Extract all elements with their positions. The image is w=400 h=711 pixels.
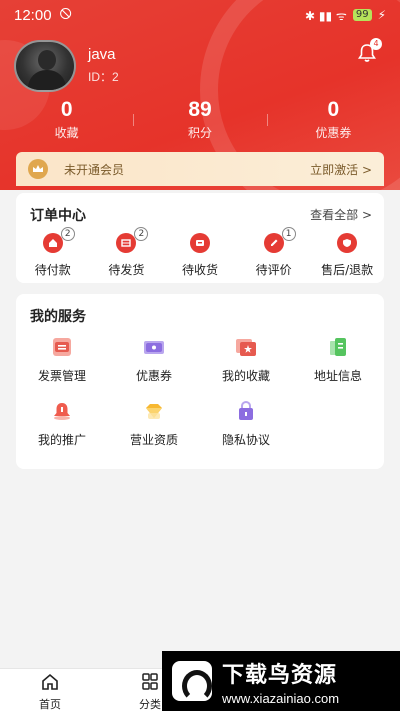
pencil-icon: 1 (263, 227, 296, 253)
notification-bell-icon[interactable]: 4 (356, 38, 382, 64)
service-favorites[interactable]: 我的收藏 (200, 336, 292, 384)
membership-status: 未开通会员 (64, 162, 125, 177)
user-id: ID：2 (88, 70, 119, 84)
service-promotion[interactable]: 我的推广 (16, 400, 108, 448)
tab-home[interactable]: 首页 (30, 673, 70, 711)
status-icons: ✱ ▮▮ ᯤ 99 ⚡ (305, 7, 386, 24)
watermark-url: www.xiazainiao.com (222, 690, 340, 706)
diamond-icon (142, 400, 166, 422)
battery-icon: 99 (352, 9, 372, 21)
services-grid: 发票管理 优惠券 我的收藏 地址信息 我的推广 营业资质 隐私协议 (16, 336, 384, 448)
bell-promo-icon (50, 400, 74, 422)
stat-points[interactable]: 89 积分 (133, 98, 266, 148)
membership-bar[interactable]: 未开通会员 立即激活 > (16, 152, 384, 186)
order-after-sales[interactable]: 售后/退款 (310, 233, 384, 278)
activate-link[interactable]: 立即激活 > (310, 161, 372, 178)
order-badge: 2 (134, 227, 149, 241)
house-icon: 2 (42, 227, 75, 253)
my-services-title: 我的服务 (30, 309, 86, 325)
order-center-title: 订单中心 (30, 208, 86, 224)
package-icon (189, 233, 210, 253)
home-icon (42, 673, 58, 690)
username: java (88, 46, 116, 63)
status-notification-icon: 🛇 (59, 6, 72, 21)
service-coupon[interactable]: 优惠券 (108, 336, 200, 384)
order-pending-payment[interactable]: 2 待付款 (16, 227, 90, 278)
notification-badge: 4 (370, 38, 382, 50)
grid-icon (142, 673, 158, 690)
service-invoice[interactable]: 发票管理 (16, 336, 108, 384)
order-badge: 1 (281, 227, 296, 241)
view-all-orders-link[interactable]: 查看全部 > (310, 206, 372, 223)
status-time: 12:00 (14, 6, 52, 24)
order-status-row: 2 待付款 2 待发货 待收货 1 待评价 售后/退款 (16, 227, 384, 278)
order-pending-receipt[interactable]: 待收货 (163, 233, 237, 278)
service-business-license[interactable]: 营业资质 (108, 400, 200, 448)
order-pending-shipment[interactable]: 2 待发货 (90, 227, 164, 278)
coupon-icon (142, 336, 166, 358)
lock-icon (234, 400, 258, 422)
service-privacy[interactable]: 隐私协议 (200, 400, 292, 448)
avatar[interactable] (14, 40, 76, 92)
stat-favorites[interactable]: 0 收藏 (0, 98, 133, 148)
status-bar: 12:00 🛇 ✱ ▮▮ ᯤ 99 ⚡ (0, 0, 400, 30)
shield-icon (337, 233, 358, 253)
status-signal-icons: ✱ ▮▮ ᯤ (304, 8, 347, 23)
invoice-icon (50, 336, 74, 358)
order-pending-review[interactable]: 1 待评价 (237, 227, 311, 278)
stats-row: 0 收藏 89 积分 0 优惠券 (0, 98, 400, 148)
favorite-icon (234, 336, 258, 358)
order-badge: 2 (60, 227, 75, 241)
truck-icon: 2 (116, 227, 149, 253)
watermark-logo: 下载鸟资源 www.xiazainiao.com (162, 651, 400, 711)
stat-coupons[interactable]: 0 优惠券 (266, 98, 400, 148)
order-center-card: 订单中心 查看全部 > 2 待付款 2 待发货 待收货 1 待评价 售后/退款 (16, 193, 384, 283)
my-services-card: 我的服务 发票管理 优惠券 我的收藏 地址信息 我的推广 营业资质 隐私协议 (16, 294, 384, 469)
crown-icon (28, 159, 48, 179)
address-icon (326, 336, 350, 358)
charging-icon: ⚡ (377, 8, 386, 22)
watermark-title: 下载鸟资源 (222, 662, 338, 688)
service-address[interactable]: 地址信息 (292, 336, 384, 384)
watermark-bird-icon (172, 661, 212, 702)
